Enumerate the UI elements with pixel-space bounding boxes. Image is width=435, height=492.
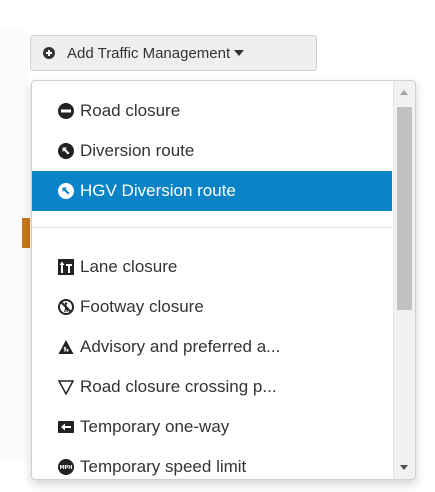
speed-limit-icon: MPH [58, 459, 74, 475]
plus-circle-icon [43, 47, 55, 59]
mph-badge-text: MPH [60, 465, 73, 471]
footway-closure-icon [58, 299, 74, 315]
diversion-route-icon [58, 143, 74, 159]
caret-down-icon [234, 50, 245, 56]
crossing-point-icon [58, 380, 74, 395]
road-closure-icon [58, 103, 74, 119]
menu-item-label: Road closure crossing p... [80, 377, 277, 396]
dropdown-list: Road closure Diversion route HGV Diversi… [32, 91, 392, 479]
menu-item-label: Temporary speed limit [80, 457, 247, 476]
add-traffic-management-button[interactable]: Add Traffic Management [30, 35, 317, 71]
scroll-down-arrow-icon[interactable] [400, 465, 408, 470]
menu-divider [32, 227, 392, 228]
menu-item-footway-closure[interactable]: Footway closure [32, 287, 392, 327]
menu-item-road-closure-crossing-point[interactable]: Road closure crossing p... [32, 367, 392, 407]
menu-item-label: Temporary one-way [80, 417, 230, 436]
traffic-management-dropdown: Road closure Diversion route HGV Diversi… [31, 80, 416, 480]
menu-item-advisory-route[interactable]: Advisory and preferred a... [32, 327, 392, 367]
menu-item-label: Footway closure [80, 297, 204, 316]
scroll-up-arrow-icon[interactable] [400, 90, 408, 95]
advisory-icon [58, 340, 74, 354]
menu-item-label: Lane closure [80, 257, 178, 276]
background-accent-strip [22, 218, 30, 248]
menu-item-lane-closure[interactable]: Lane closure [32, 247, 392, 287]
menu-item-label: Diversion route [80, 141, 195, 160]
menu-item-road-closure[interactable]: Road closure [32, 91, 392, 131]
one-way-icon [58, 421, 74, 433]
menu-item-label: HGV Diversion route [80, 181, 236, 200]
menu-item-hgv-diversion-route[interactable]: HGV Diversion route [32, 171, 392, 211]
menu-item-label: Advisory and preferred a... [80, 337, 281, 356]
menu-item-temporary-one-way[interactable]: Temporary one-way [32, 407, 392, 447]
hgv-diversion-route-icon [58, 183, 74, 199]
lane-closure-icon [58, 259, 74, 275]
scrollbar-thumb[interactable] [397, 107, 412, 310]
menu-item-label: Road closure [80, 101, 181, 120]
add-traffic-management-label: Add Traffic Management [67, 44, 231, 62]
menu-item-diversion-route[interactable]: Diversion route [32, 131, 392, 171]
dropdown-scrollbar[interactable] [393, 81, 415, 479]
menu-item-temporary-speed-limit[interactable]: MPH Temporary speed limit [32, 447, 392, 479]
